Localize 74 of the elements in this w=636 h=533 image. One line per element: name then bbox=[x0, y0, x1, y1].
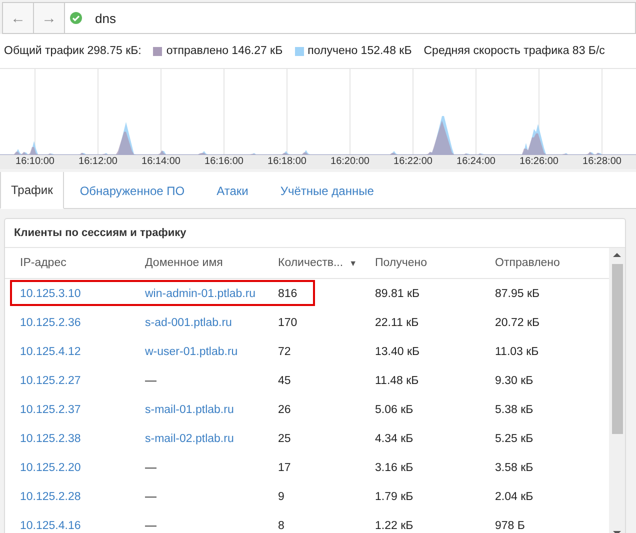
domain-link[interactable]: s-mail-02.ptlab.ru bbox=[145, 432, 278, 444]
table-cell-text: 26 bbox=[278, 404, 292, 416]
column-header[interactable]: Количеств... bbox=[278, 257, 344, 269]
forward-button[interactable]: → bbox=[33, 2, 64, 34]
table-cell-text: 20.72 кБ bbox=[495, 316, 541, 328]
table-cell-text: 978 Б bbox=[495, 520, 526, 532]
time-label: 16:16:00 bbox=[204, 155, 244, 169]
table-cell-text: — bbox=[145, 490, 158, 502]
ip-link[interactable]: 10.125.2.38 bbox=[20, 432, 145, 444]
table-cell-text: 8 bbox=[278, 520, 286, 532]
time-label: 16:26:00 bbox=[520, 155, 558, 169]
domain-link[interactable]: s-mail-01.ptlab.ru bbox=[145, 404, 278, 416]
table-cell-text: 5.25 кБ bbox=[495, 432, 534, 444]
ip-link[interactable]: 10.125.2.36 bbox=[20, 316, 145, 328]
table-cell-text: 13.40 кБ bbox=[375, 346, 421, 358]
tab[interactable]: Учётные данные bbox=[264, 172, 390, 209]
legend-label: получено 152.48 кБ bbox=[308, 45, 412, 57]
table-cell-text: 1.22 кБ bbox=[375, 520, 414, 532]
table-cell-text: 170 bbox=[278, 316, 298, 328]
table-cell-text: 72 bbox=[278, 346, 292, 358]
scrollbar-thumb[interactable] bbox=[612, 264, 622, 434]
table-cell-text: 11.03 кБ bbox=[495, 346, 540, 358]
time-label: 16:10:00 bbox=[16, 155, 54, 169]
table-cell-text: 9.30 кБ bbox=[495, 374, 534, 386]
table-cell-text: 17 bbox=[278, 462, 292, 474]
ip-link[interactable]: 10.125.3.10 bbox=[20, 288, 145, 300]
tab[interactable]: Атаки bbox=[200, 172, 264, 209]
table-cell-text: 89.81 кБ bbox=[375, 288, 421, 300]
tab[interactable]: Трафик bbox=[0, 172, 64, 209]
domain-link[interactable]: win-admin-01.ptlab.ru bbox=[145, 288, 278, 300]
time-label: 16:18:00 bbox=[268, 155, 306, 169]
column-header[interactable]: Получено bbox=[375, 257, 495, 269]
table-cell-text: 1.79 кБ bbox=[375, 490, 414, 502]
table-cell-text: 2.04 кБ bbox=[495, 490, 534, 502]
panel-title: Клиенты по сессиям и трафику bbox=[5, 219, 625, 248]
time-label: 16:12:00 bbox=[78, 155, 118, 169]
table-cell-text: 11.48 кБ bbox=[375, 374, 420, 386]
domain-link[interactable]: s-ad-001.ptlab.ru bbox=[145, 316, 278, 328]
domain-link[interactable]: w-user-01.ptlab.ru bbox=[145, 346, 278, 358]
time-label: 16:22:00 bbox=[394, 155, 432, 169]
table-cell-text: 3.16 кБ bbox=[375, 462, 414, 474]
time-label: 16:14:00 bbox=[142, 155, 180, 169]
time-label: 16:20:00 bbox=[330, 155, 370, 169]
ip-link[interactable]: 10.125.2.20 bbox=[20, 462, 145, 474]
ip-link[interactable]: 10.125.4.12 bbox=[20, 346, 145, 358]
table-cell-text: — bbox=[145, 462, 158, 474]
table-cell-text: 3.58 кБ bbox=[495, 462, 534, 474]
column-header[interactable]: IP-адрес bbox=[20, 257, 145, 269]
column-header[interactable]: Доменное имя bbox=[145, 257, 278, 269]
search-field[interactable]: dns bbox=[64, 2, 636, 34]
ip-link[interactable]: 10.125.2.28 bbox=[20, 490, 145, 502]
table-cell-text: — bbox=[145, 520, 158, 532]
table-cell-text: 22.11 кБ bbox=[375, 316, 420, 328]
ip-link[interactable]: 10.125.2.27 bbox=[20, 374, 145, 386]
time-label: 16:28:00 bbox=[582, 155, 622, 169]
sort-caret-icon[interactable]: ▼ bbox=[349, 258, 357, 268]
average-rate: Средняя скорость трафика 83 Б/с bbox=[424, 45, 605, 57]
ip-link[interactable]: 10.125.4.16 bbox=[20, 520, 145, 532]
table-cell-text: 816 bbox=[278, 288, 298, 300]
table-cell-text: 9 bbox=[278, 490, 286, 502]
table-cell-text: 5.38 кБ bbox=[495, 404, 534, 416]
table-cell-text: 25 bbox=[278, 432, 292, 444]
tab[interactable]: Обнаруженное ПО bbox=[64, 172, 201, 209]
total-traffic: Общий трафик 298.75 кБ: bbox=[4, 45, 142, 57]
time-label: 16:24:00 bbox=[456, 155, 496, 169]
legend-label: отправлено 146.27 кБ bbox=[166, 45, 283, 57]
ip-link[interactable]: 10.125.2.37 bbox=[20, 404, 145, 416]
back-button[interactable]: ← bbox=[2, 2, 33, 34]
table-cell-text: — bbox=[145, 374, 158, 386]
column-header[interactable]: Отправлено bbox=[495, 257, 609, 269]
table-cell-text: 87.95 кБ bbox=[495, 288, 541, 300]
table-cell-text: 4.34 кБ bbox=[375, 432, 414, 444]
table-cell-text: 45 bbox=[278, 374, 292, 386]
table-cell-text: 5.06 кБ bbox=[375, 404, 414, 416]
